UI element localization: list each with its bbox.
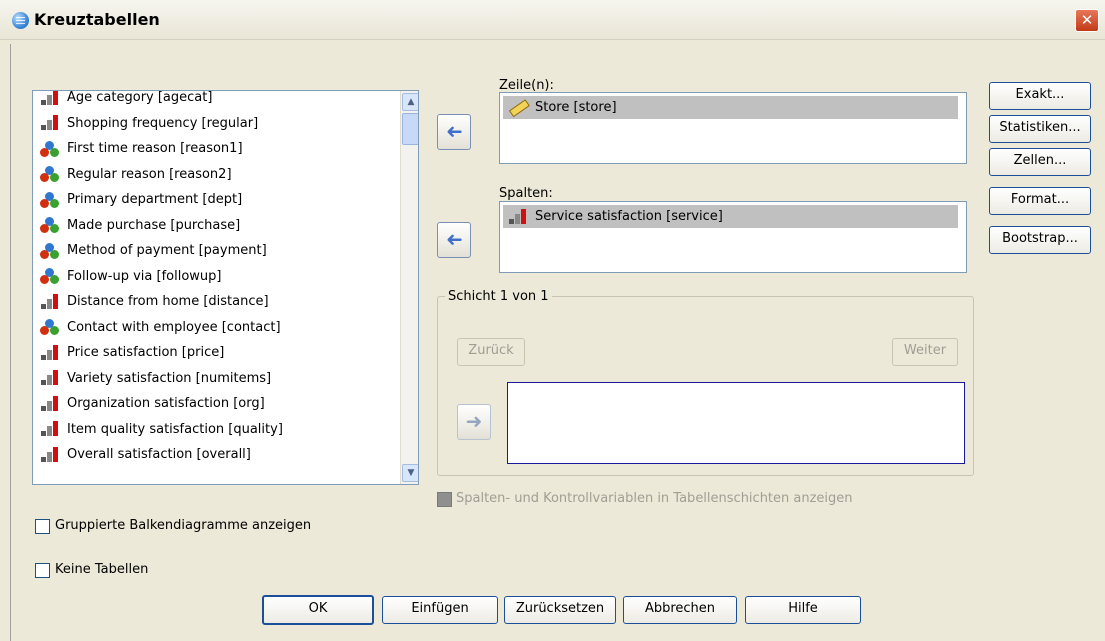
- variable-list-item[interactable]: Distance from home [distance]: [39, 291, 269, 313]
- nominal-icon: [39, 242, 61, 260]
- variable-label: First time reason [reason1]: [67, 141, 243, 156]
- columns-item-label: Service satisfaction [service]: [535, 209, 723, 224]
- scroll-down-icon[interactable]: ▼: [402, 464, 418, 482]
- variable-label: Made purchase [purchase]: [67, 217, 241, 233]
- variable-label: Follow-up via [followup]: [67, 268, 222, 284]
- arrow-left-icon: ➜: [445, 119, 463, 143]
- move-to-layer-button[interactable]: ➜: [457, 404, 491, 440]
- format-button[interactable]: Format...: [989, 187, 1091, 215]
- rows-list-item[interactable]: Store [store]: [503, 96, 958, 119]
- variable-label: Primary department [dept]: [67, 192, 243, 207]
- nominal-icon: [39, 216, 61, 234]
- title-bar: Kreuztabellen ✕: [0, 0, 1105, 40]
- rows-label: Zeile(n):: [499, 78, 554, 93]
- variable-label: Overall satisfaction [overall]: [67, 447, 251, 462]
- cells-button[interactable]: Zellen...: [989, 148, 1091, 176]
- close-button[interactable]: ✕: [1075, 9, 1099, 32]
- reset-button[interactable]: Zurücksetzen: [504, 596, 616, 624]
- scale-icon: [39, 114, 61, 132]
- scroll-up-icon[interactable]: ▲: [402, 93, 418, 111]
- nominal-icon: [39, 140, 61, 158]
- variable-list-item[interactable]: Method of payment [payment]: [39, 240, 267, 262]
- variable-list-item[interactable]: Made purchase [purchase]: [39, 215, 240, 237]
- variable-list-item[interactable]: First time reason [reason1]: [39, 138, 243, 160]
- columns-list-item[interactable]: Service satisfaction [service]: [503, 205, 958, 228]
- variable-list-item[interactable]: Follow-up via [followup]: [39, 266, 221, 288]
- variable-label: Item quality satisfaction [quality]: [67, 421, 283, 437]
- source-variable-list[interactable]: Overall satisfaction [overall] Item quali…: [32, 90, 419, 485]
- show-layers-label: Spalten- und Kontrollvariablen in Tabell…: [456, 491, 853, 506]
- variable-label: Method of payment [payment]: [67, 243, 267, 258]
- scale-icon: [39, 369, 61, 387]
- help-button[interactable]: Hilfe: [745, 596, 861, 624]
- variable-label: Contact with employee [contact]: [67, 319, 281, 335]
- variable-list-item[interactable]: Overall satisfaction [overall]: [39, 444, 251, 466]
- clustered-bar-label: Gruppierte Balkendiagramme anzeigen: [55, 518, 312, 533]
- ruler-icon: [504, 94, 532, 121]
- move-to-rows-button[interactable]: ➜: [437, 114, 471, 150]
- variable-list-item[interactable]: Organization satisfaction [org]: [39, 393, 265, 415]
- window-title: Kreuztabellen: [34, 10, 160, 29]
- ok-button[interactable]: OK: [262, 595, 374, 625]
- variable-label: Shopping frequency [regular]: [67, 115, 259, 131]
- nominal-icon: [39, 267, 61, 285]
- paste-button[interactable]: Einfügen: [382, 596, 498, 624]
- previous-layer-button[interactable]: Zurück: [457, 338, 525, 366]
- variable-label: Price satisfaction [price]: [67, 345, 225, 360]
- variable-list-item[interactable]: Primary department [dept]: [39, 189, 242, 211]
- scale-icon: [39, 395, 61, 413]
- variable-list-item[interactable]: Shopping frequency [regular]: [39, 113, 258, 135]
- scale-icon: [39, 293, 61, 311]
- variable-list-item[interactable]: Variety satisfaction [numitems]: [39, 368, 271, 390]
- move-to-columns-button[interactable]: ➜: [437, 222, 471, 258]
- variable-label: Organization satisfaction [org]: [67, 396, 265, 411]
- variable-label: Age category [agecat]: [67, 90, 213, 105]
- variable-label: Distance from home [distance]: [67, 294, 269, 309]
- scale-icon: [507, 208, 529, 226]
- layer-list[interactable]: [507, 382, 965, 464]
- variable-list-item[interactable]: Contact with employee [contact]: [39, 317, 281, 339]
- suppress-tables-label: Keine Tabellen: [55, 562, 149, 577]
- arrow-right-icon: ➜: [465, 409, 483, 433]
- scroll-thumb[interactable]: [402, 113, 418, 145]
- variable-label: Regular reason [reason2]: [67, 166, 232, 182]
- columns-list[interactable]: Service satisfaction [service]: [499, 201, 967, 273]
- show-layers-checkbox[interactable]: [437, 492, 452, 507]
- crosstabs-dialog: Kreuztabellen ✕ Overall satisfaction [ov…: [0, 0, 1105, 641]
- scale-icon: [39, 91, 61, 107]
- rows-list[interactable]: Store [store]: [499, 92, 967, 164]
- variable-label: Variety satisfaction [numitems]: [67, 370, 272, 386]
- rows-item-label: Store [store]: [535, 100, 617, 115]
- variable-list-scrollbar[interactable]: ▲ ▼: [400, 91, 418, 484]
- suppress-tables-checkbox[interactable]: [35, 563, 50, 578]
- bootstrap-button[interactable]: Bootstrap...: [989, 226, 1091, 254]
- variable-list-item[interactable]: Item quality satisfaction [quality]: [39, 419, 283, 441]
- statistics-button[interactable]: Statistiken...: [989, 115, 1091, 143]
- app-icon: [12, 12, 29, 29]
- arrow-left-icon: ➜: [445, 227, 463, 251]
- cancel-button[interactable]: Abbrechen: [623, 596, 737, 624]
- variable-list-item[interactable]: Age category [agecat]: [39, 90, 213, 109]
- layer-title: Schicht 1 von 1: [445, 289, 552, 304]
- next-layer-button[interactable]: Weiter: [892, 338, 958, 366]
- clustered-bar-checkbox[interactable]: [35, 519, 50, 534]
- exact-button[interactable]: Exakt...: [989, 82, 1091, 110]
- scale-icon: [39, 344, 61, 362]
- nominal-icon: [39, 191, 61, 209]
- scale-icon: [39, 420, 61, 438]
- nominal-icon: [39, 318, 61, 336]
- columns-label: Spalten:: [499, 186, 553, 201]
- variable-list-item[interactable]: Regular reason [reason2]: [39, 164, 232, 186]
- scale-icon: [39, 446, 61, 464]
- nominal-icon: [39, 165, 61, 183]
- variable-list-item[interactable]: Price satisfaction [price]: [39, 342, 224, 364]
